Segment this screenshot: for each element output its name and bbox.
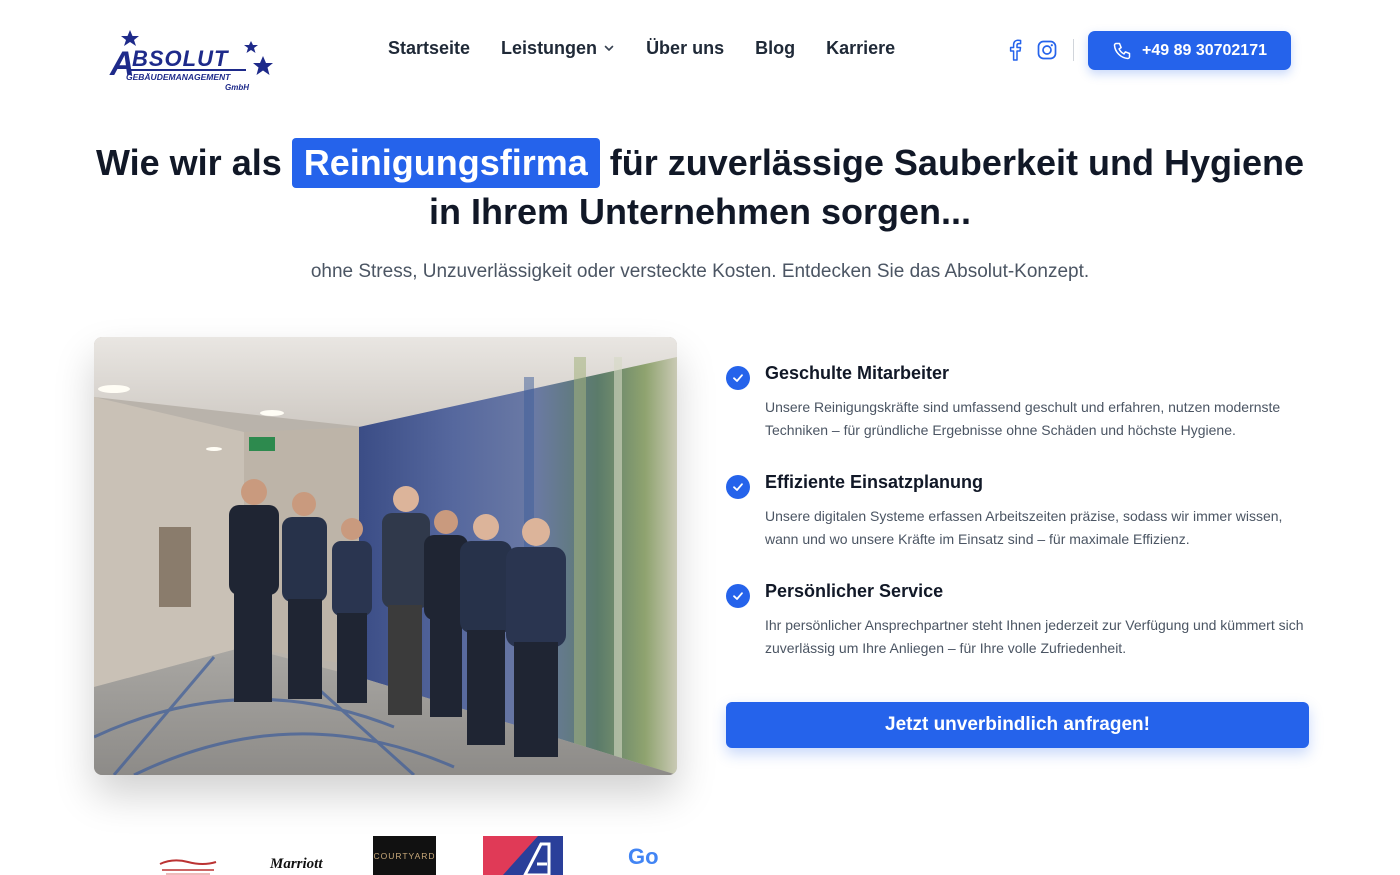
facebook-icon[interactable] [1004, 38, 1026, 62]
main-nav: Startseite Leistungen Über uns Blog Karr… [388, 38, 926, 59]
client-logos: Marriott COURTYARD Go [0, 830, 1400, 875]
nav-label: Blog [755, 38, 796, 58]
absolut-logo[interactable]: A BSOLUT GEBÄUDEMANAGEMENT GmbH [108, 28, 276, 94]
instagram-icon[interactable] [1036, 38, 1058, 62]
feature-item: Persönlicher Service Ihr persönlicher An… [726, 581, 1310, 659]
header-divider [1073, 39, 1074, 61]
phone-number: +49 89 30702171 [1141, 41, 1267, 59]
nav-label: Karriere [826, 38, 896, 58]
feature-text: Unsere digitalen Systeme erfassen Arbeit… [765, 508, 1283, 547]
courtyard-text: COURTYARD [373, 850, 436, 861]
hero-subline: ohne Stress, Unzuverlässigkeit oder vers… [310, 261, 1090, 282]
nav-label: Startseite [388, 38, 471, 58]
team-photo [94, 337, 677, 775]
nav-item-karriere[interactable]: Karriere [826, 38, 895, 59]
hero-headline: Wie wir als Reinigungsfirma für zuverläs… [60, 138, 1340, 236]
client-logo-a [483, 836, 563, 875]
client-logo-marriott: Marriott [270, 856, 323, 873]
nav-item-startseite[interactable]: Startseite [388, 38, 470, 59]
client-logo-logistics [158, 856, 218, 875]
nav-label: Über uns [646, 38, 725, 58]
feature-item: Geschulte Mitarbeiter Unsere Reinigungsk… [726, 363, 1310, 441]
feature-text: Unsere Reinigungskräfte sind umfassend g… [765, 399, 1281, 438]
chevron-down-icon [603, 38, 615, 59]
social-links [1004, 38, 1090, 62]
check-icon [726, 366, 750, 390]
headline-line2: in Ihrem Unternehmen sorgen... [428, 191, 972, 232]
nav-item-ueber-uns[interactable]: Über uns [646, 38, 724, 59]
logo-subtitle: GEBÄUDEMANAGEMENT [126, 72, 231, 82]
headline-highlight: Reinigungsfirma [291, 138, 600, 188]
cta-button[interactable]: Jetzt unverbindlich anfragen! [726, 702, 1309, 748]
feature-list: Geschulte Mitarbeiter Unsere Reinigungsk… [726, 363, 1310, 690]
feature-text: Ihr persönlicher Ansprechpartner steht I… [765, 617, 1304, 656]
feature-item: Effiziente Einsatzplanung Unsere digital… [726, 472, 1310, 550]
marriott-text: Marriott [270, 856, 323, 872]
client-logo-google: Go [628, 844, 659, 870]
check-icon [726, 584, 750, 608]
check-icon [726, 475, 750, 499]
feature-title: Geschulte Mitarbeiter [765, 363, 950, 383]
google-text: Go [628, 844, 659, 869]
client-logo-courtyard: COURTYARD [373, 836, 436, 875]
nav-item-leistungen[interactable]: Leistungen [501, 38, 615, 59]
svg-text:BSOLUT: BSOLUT [132, 46, 229, 71]
feature-title: Persönlicher Service [765, 581, 944, 601]
logo-gmbh: GmbH [225, 83, 249, 92]
site-header: A BSOLUT GEBÄUDEMANAGEMENT GmbH Startsei… [0, 0, 1400, 100]
headline-end: für zuverlässige Sauberkeit und Hygiene [609, 142, 1305, 183]
nav-item-blog[interactable]: Blog [755, 38, 795, 59]
feature-title: Effiziente Einsatzplanung [765, 472, 984, 492]
headline-start: Wie wir als [95, 142, 282, 183]
phone-button[interactable]: +49 89 30702171 [1088, 31, 1291, 70]
nav-label: Leistungen [501, 38, 598, 58]
phone-icon [1113, 42, 1131, 59]
